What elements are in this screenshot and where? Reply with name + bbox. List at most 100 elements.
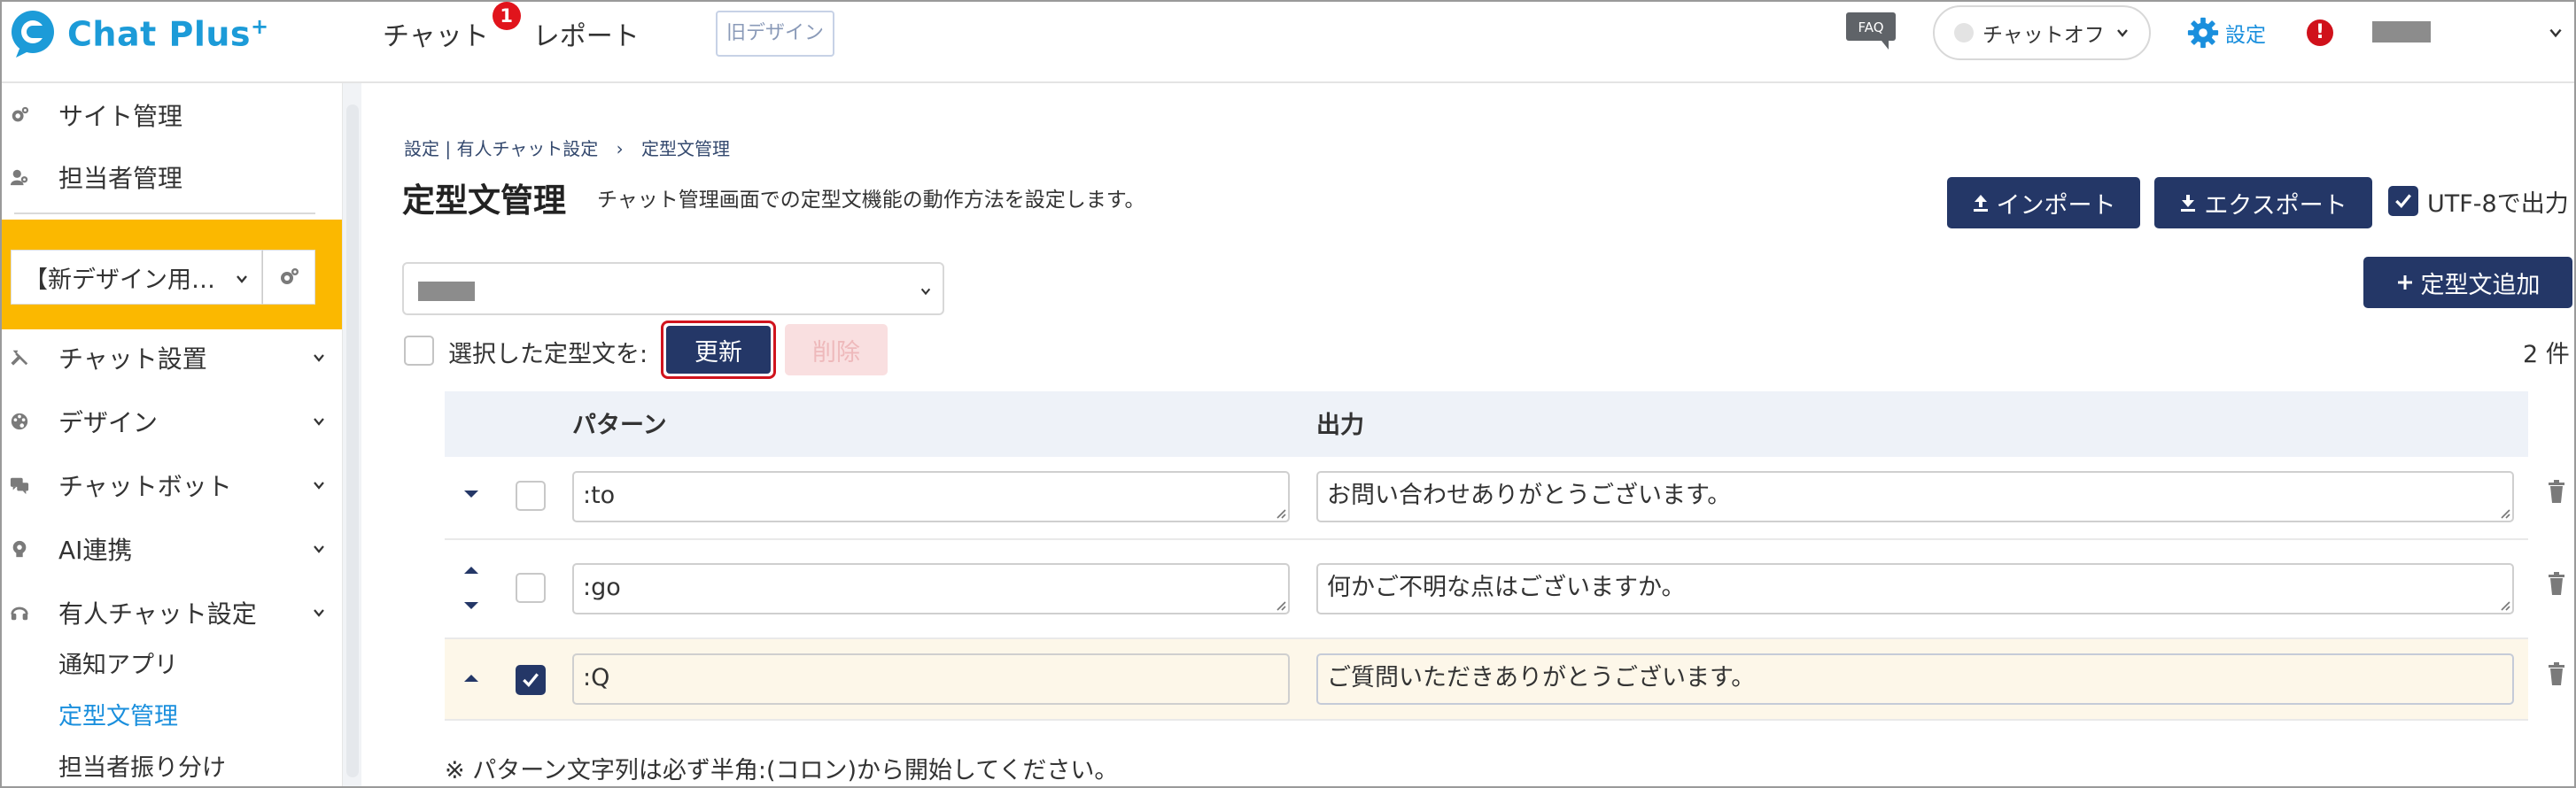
export-label: エクスポート — [2204, 191, 2347, 220]
tools-icon — [9, 347, 30, 368]
row-checkbox[interactable] — [516, 481, 546, 511]
template-group-select[interactable] — [402, 262, 944, 315]
sidebar-item-label: 担当者管理 — [58, 164, 183, 193]
table-header — [445, 391, 2528, 457]
users-icon — [9, 166, 30, 188]
output-value: お問い合わせありがとうございます。 — [1327, 482, 1732, 509]
add-template-button[interactable]: 定型文追加 — [2363, 257, 2572, 308]
sidebar-item-chatbot[interactable]: チャットボット — [2, 460, 342, 510]
move-up-icon[interactable] — [462, 565, 480, 576]
chevron-down-icon[interactable] — [2548, 25, 2564, 41]
update-label: 更新 — [666, 326, 771, 374]
sidebar-item-site-management[interactable]: サイト管理 — [2, 90, 342, 140]
palette-icon — [9, 411, 30, 432]
top-nav: チャット 1 レポート — [383, 2, 684, 53]
output-value: ご質問いただきありがとうございます。 — [1327, 664, 1756, 691]
sidebar-item-label: チャットボット — [58, 472, 232, 501]
column-header-pattern: パターン — [572, 412, 667, 439]
sidebar-scrollbar[interactable] — [342, 83, 361, 786]
column-header-output: 出力 — [1316, 412, 1364, 439]
utf8-checkbox[interactable] — [2388, 186, 2418, 216]
import-label: インポート — [1996, 191, 2116, 220]
pattern-value: :to — [583, 482, 616, 509]
nav-report[interactable]: レポート — [533, 14, 640, 53]
sidebar-item-design[interactable]: デザイン — [2, 397, 342, 446]
page-title: 定型文管理 — [402, 182, 566, 220]
resize-grip-icon[interactable] — [2498, 599, 2510, 611]
chevron-down-icon — [2116, 29, 2128, 37]
sidebar-subitem-template-management[interactable]: 定型文管理 — [58, 697, 178, 731]
pattern-input[interactable]: :go — [572, 563, 1290, 614]
sidebar-item-ai-integration[interactable]: AI連携 — [2, 524, 342, 574]
resize-grip-icon[interactable] — [1274, 599, 1286, 611]
site-select[interactable]: 【新デザイン用… — [11, 250, 262, 305]
sidebar-item-label: サイト管理 — [58, 102, 183, 131]
nav-chat[interactable]: チャット 1 — [383, 2, 521, 53]
chevron-down-icon — [314, 482, 324, 490]
chevron-down-icon — [314, 609, 324, 617]
user-name-redacted[interactable] — [2372, 21, 2431, 42]
delete-button[interactable]: 削除 — [785, 324, 888, 375]
chat-bubble-icon — [9, 475, 30, 496]
row-checkbox[interactable] — [516, 573, 546, 603]
result-count: 2 件 — [2523, 341, 2570, 368]
gear-icon — [2187, 17, 2219, 49]
template-group-value-redacted — [418, 282, 475, 301]
breadcrumb-manned-chat[interactable]: 有人チャット設定 — [456, 138, 598, 159]
breadcrumb-settings[interactable]: 設定 — [404, 138, 439, 159]
settings-link[interactable]: 設定 — [2186, 16, 2266, 50]
row-checkbox-checked[interactable] — [516, 665, 546, 695]
pattern-input[interactable]: :Q — [572, 653, 1290, 705]
chat-plus-logo[interactable]: Chat Plus+ — [7, 7, 269, 60]
sidebar-item-label: チャット設置 — [58, 344, 207, 374]
headset-icon — [9, 602, 30, 623]
logo-text: Chat Plus+ — [67, 13, 269, 54]
sidebar-subitem-staff-assignment[interactable]: 担当者振り分け — [58, 748, 226, 783]
sidebar-item-label: AI連携 — [58, 536, 133, 565]
upload-icon — [1973, 195, 1988, 212]
site-settings-button[interactable] — [262, 250, 315, 305]
svg-text:FAQ: FAQ — [1858, 19, 1883, 35]
chat-status-label: チャットオフ — [1982, 24, 2105, 47]
alert-icon[interactable]: ! — [2307, 19, 2333, 46]
trash-icon[interactable] — [2548, 572, 2565, 595]
resize-grip-icon[interactable] — [2498, 506, 2510, 519]
export-button[interactable]: エクスポート — [2154, 177, 2372, 228]
output-input[interactable]: ご質問いただきありがとうございます。 — [1316, 653, 2514, 705]
pattern-value: :go — [583, 574, 621, 601]
sidebar-item-manned-chat-settings[interactable]: 有人チャット設定 — [2, 588, 342, 637]
move-down-icon[interactable] — [462, 600, 480, 611]
output-input[interactable]: 何かご不明な点はございますか。 — [1316, 563, 2514, 614]
add-template-label: 定型文追加 — [2420, 271, 2541, 299]
update-button[interactable]: 更新 — [661, 321, 776, 379]
trash-icon[interactable] — [2548, 480, 2565, 503]
select-all-checkbox[interactable] — [404, 336, 434, 366]
download-icon — [2181, 195, 2196, 212]
settings-label: 設定 — [2225, 24, 2266, 47]
chevron-down-icon — [314, 354, 324, 362]
chevron-down-icon — [314, 418, 324, 426]
resize-grip-icon[interactable] — [1274, 506, 1286, 519]
pattern-note: ※ パターン文字列は必ず半角:(コロン)から開始してください。 — [445, 757, 1119, 784]
chat-plus-logo-icon — [12, 11, 54, 58]
old-design-button[interactable]: 旧デザイン — [716, 11, 834, 57]
breadcrumb-separator: | — [445, 138, 452, 159]
sidebar-divider — [14, 212, 315, 214]
pattern-input[interactable]: :to — [572, 471, 1290, 522]
sidebar-subitem-notification-app[interactable]: 通知アプリ — [58, 645, 178, 680]
import-button[interactable]: インポート — [1947, 177, 2140, 228]
breadcrumb: 設定 | 有人チャット設定 › 定型文管理 — [404, 135, 730, 160]
scrollbar-thumb[interactable] — [346, 104, 359, 777]
sidebar-item-chat-install[interactable]: チャット設置 — [2, 333, 342, 382]
move-down-icon[interactable] — [462, 489, 480, 499]
site-select-value: 【新デザイン用… — [24, 266, 215, 294]
pattern-value: :Q — [583, 664, 610, 691]
app-window: Chat Plus+ チャット 1 レポート 旧デザイン FAQ チャットオフ — [0, 0, 2576, 788]
move-up-icon[interactable] — [462, 673, 480, 684]
chat-status-toggle[interactable]: チャットオフ — [1933, 5, 2151, 60]
output-input[interactable]: お問い合わせありがとうございます。 — [1316, 471, 2514, 522]
sidebar-item-staff-management[interactable]: 担当者管理 — [2, 152, 342, 202]
breadcrumb-current: 定型文管理 — [641, 138, 730, 159]
faq-icon[interactable]: FAQ — [1846, 12, 1896, 50]
trash-icon[interactable] — [2548, 662, 2565, 685]
